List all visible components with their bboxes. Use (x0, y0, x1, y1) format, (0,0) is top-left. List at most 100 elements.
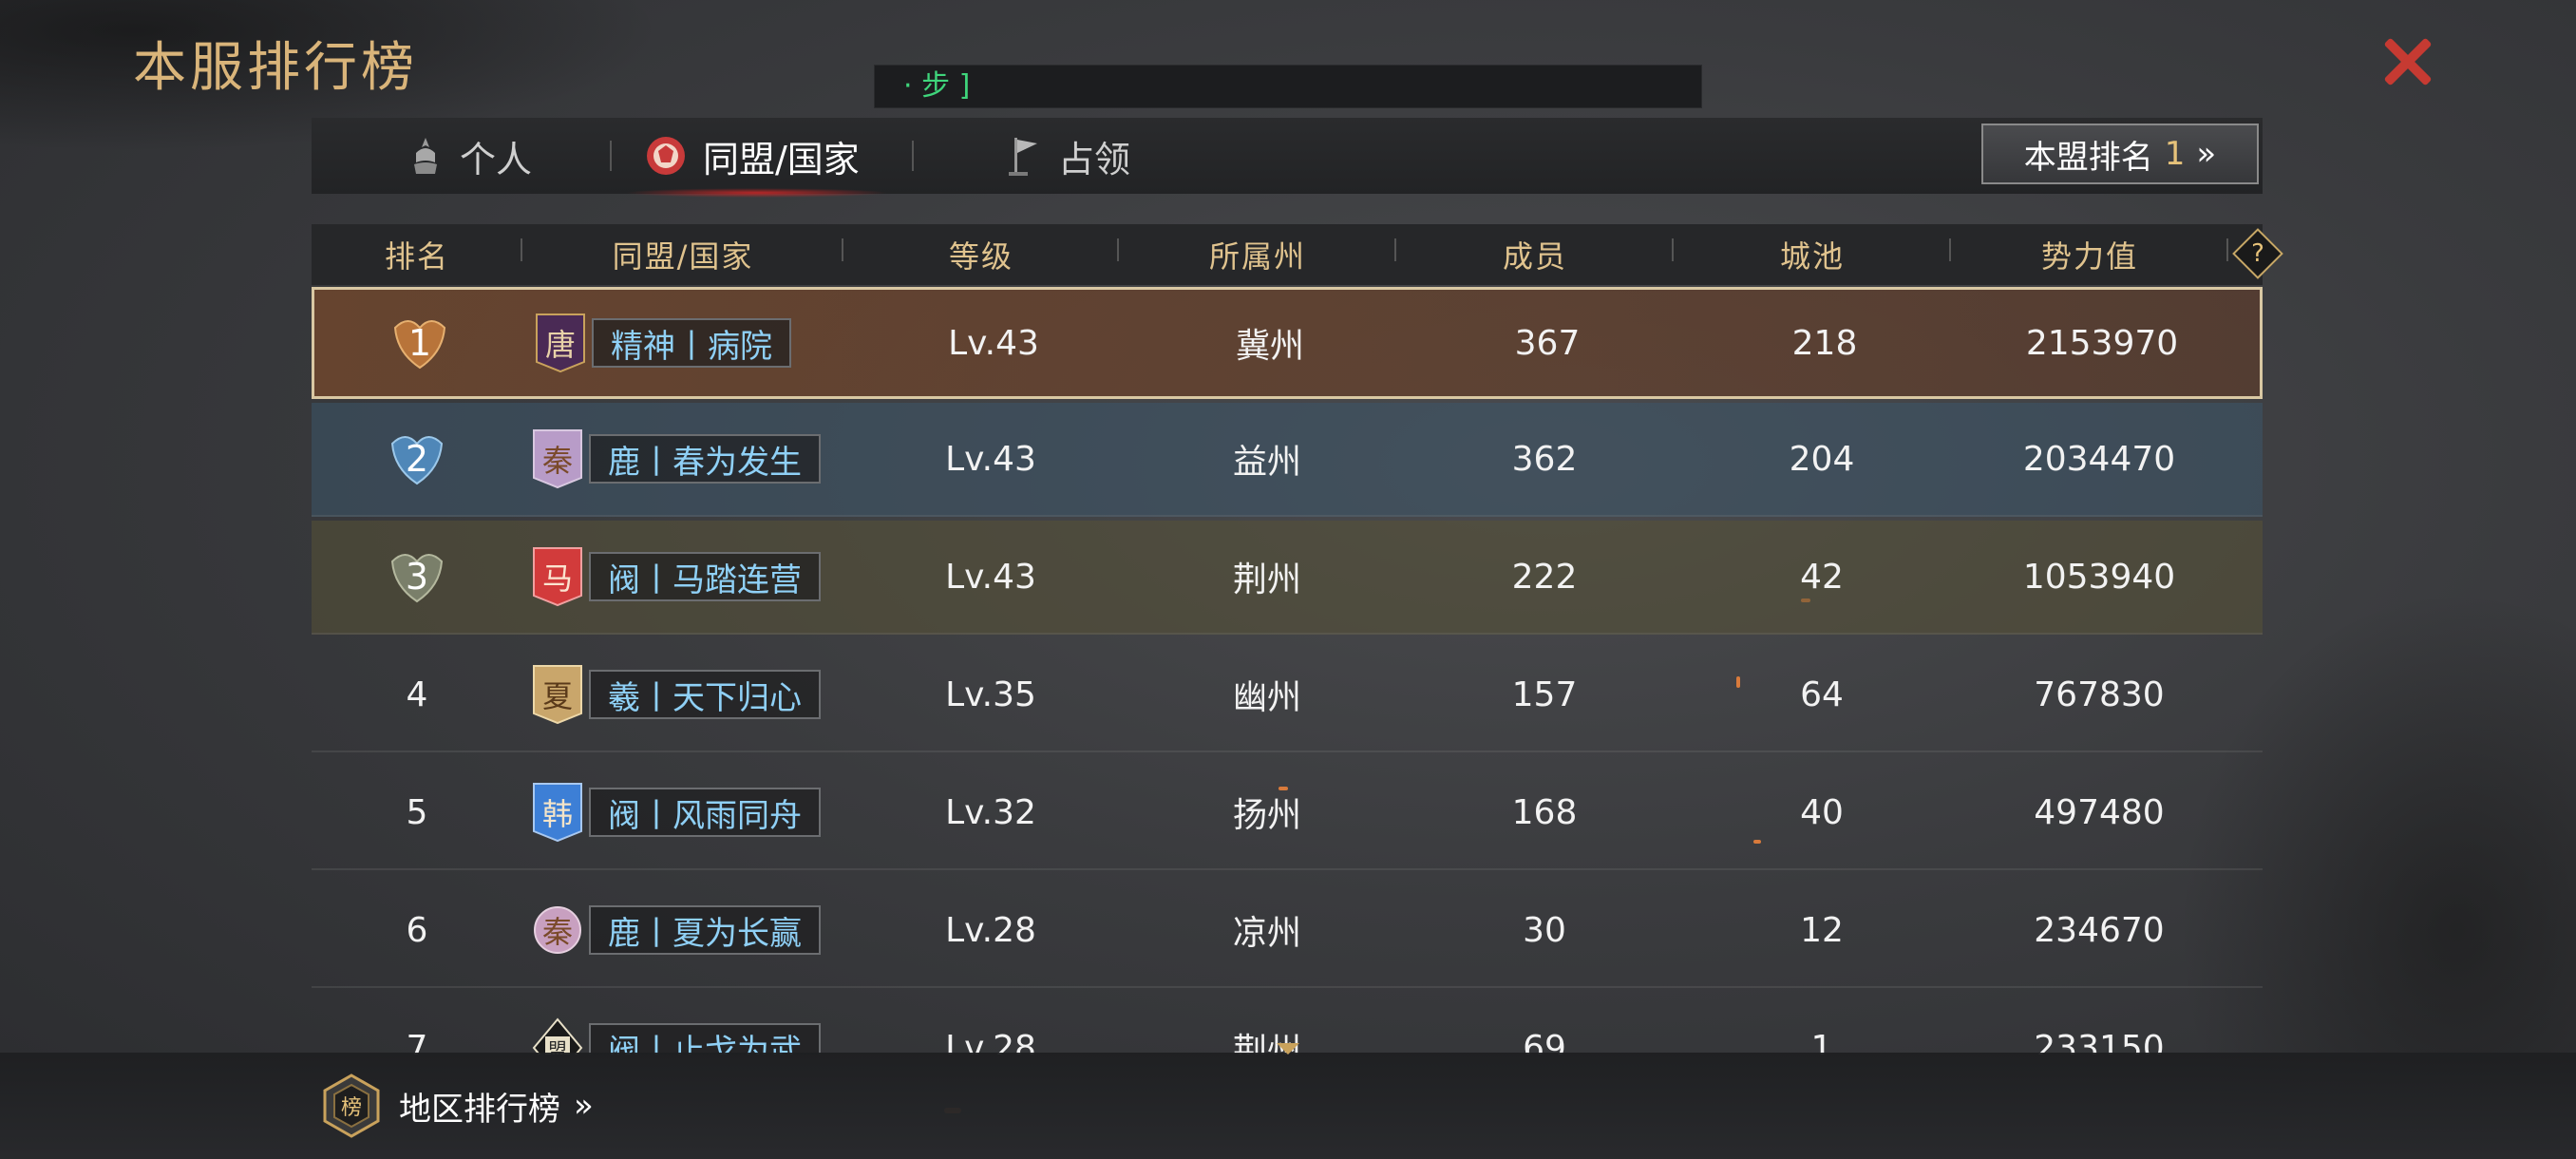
alliance-crest-icon (647, 137, 685, 175)
power: 1053940 (2022, 557, 2176, 597)
svg-text:榜: 榜 (341, 1096, 362, 1120)
table-body[interactable]: 1 唐 精神丨病院 Lv.43 冀州 367 218 2153970 2 秦 鹿… (312, 287, 2263, 1054)
table-row[interactable]: 3 马 阀丨马踏连营 Lv.43 荆州 222 42 1053940 (312, 521, 2263, 635)
power: 233150 (2034, 1028, 2165, 1055)
table-row[interactable]: 4 夏 羲丨天下归心 Lv.35 幽州 157 64 767830 (312, 638, 2263, 752)
members: 222 (1511, 557, 1578, 597)
tab-label: 同盟/国家 (703, 138, 860, 180)
rank-bronze-badge-icon: 3 (387, 548, 447, 605)
alliance-name[interactable]: 羲丨天下归心 (589, 670, 821, 719)
rank-silver-badge-icon: 2 (387, 430, 447, 487)
alliance-flag-icon: 韩 (532, 782, 583, 843)
chat-ticker[interactable]: · 步 ] (874, 65, 1702, 108)
alliance-name[interactable]: 阀丨止戈为武 (589, 1023, 821, 1054)
table-row[interactable]: 5 韩 阀丨风雨同舟 Lv.32 扬州 168 40 497480 (312, 756, 2263, 870)
person-helmet-icon (414, 138, 437, 174)
rank-number: 2 (405, 438, 429, 480)
cities: 64 (1800, 674, 1844, 714)
alliance-name[interactable]: 阀丨马踏连营 (589, 552, 821, 601)
region-ranking-link[interactable]: 榜 地区排行榜 » (317, 1072, 594, 1140)
state: 荆州 (1232, 1032, 1301, 1054)
level: Lv.28 (945, 910, 1036, 950)
alliance-rank-button[interactable]: 本盟排名 1 » (1981, 124, 2259, 184)
alliance-flag-icon: 唐 (535, 313, 586, 373)
tab-occupy[interactable]: 占领 (1005, 118, 1130, 194)
tab-bar: 个人 同盟/国家 占领 (312, 118, 2263, 198)
state: 荆州 (1232, 560, 1301, 599)
cities: 42 (1800, 557, 1844, 597)
table-row[interactable]: 2 秦 鹿丨春为发生 Lv.43 益州 362 204 2034470 (312, 403, 2263, 517)
rank-gold-badge-icon: 1 (389, 314, 450, 371)
level: Lv.35 (945, 674, 1036, 714)
state: 冀州 (1235, 327, 1304, 366)
tab-personal[interactable]: 个人 (407, 118, 532, 194)
tab-label: 占领 (1058, 138, 1131, 180)
alliance-flag-icon: 盟 (532, 1017, 583, 1054)
double-chevron-right-icon: » (2196, 135, 2217, 173)
members: 367 (1514, 323, 1581, 363)
tab-alliance[interactable]: 同盟/国家 (625, 118, 888, 198)
header-level: 等级 (843, 233, 1119, 276)
cities: 204 (1789, 439, 1855, 479)
state: 扬州 (1232, 796, 1301, 835)
scroll-down-icon (1277, 1043, 1299, 1054)
close-icon[interactable] (2375, 28, 2441, 95)
table-row[interactable]: 6 秦 鹿丨夏为长赢 Lv.28 凉州 30 12 234670 (312, 874, 2263, 988)
power: 2153970 (2025, 323, 2179, 363)
alliance-name[interactable]: 精神丨病院 (592, 318, 791, 368)
tab-divider (610, 141, 612, 171)
power: 767830 (2034, 674, 2165, 714)
rank-number: 5 (406, 792, 428, 832)
state: 益州 (1232, 443, 1301, 482)
state: 凉州 (1232, 914, 1301, 953)
header-members: 成员 (1396, 233, 1674, 276)
alliance-name[interactable]: 鹿丨夏为长赢 (589, 905, 821, 955)
tab-label: 个人 (460, 138, 533, 180)
header-power: 势力值 (1951, 233, 2228, 276)
alliance-flag-icon: 秦 (532, 428, 583, 489)
cities: 40 (1800, 792, 1844, 832)
alliance-flag-icon: 秦 (532, 900, 583, 960)
active-tab-glow (625, 188, 888, 198)
tab-divider (912, 141, 914, 171)
level: Lv.28 (945, 1028, 1036, 1055)
members: 157 (1511, 674, 1578, 714)
power: 2034470 (2022, 439, 2176, 479)
rank-number: 1 (407, 322, 432, 364)
cities: 218 (1791, 323, 1858, 363)
level: Lv.43 (948, 323, 1039, 363)
rank-number: 6 (406, 910, 428, 950)
alliance-name[interactable]: 鹿丨春为发生 (589, 434, 821, 484)
page-title: 本服排行榜 (133, 37, 418, 99)
rank-number: 7 (406, 1028, 428, 1055)
alliance-flag-icon: 马 (532, 546, 583, 607)
alliance-name[interactable]: 阀丨风雨同舟 (589, 788, 821, 837)
ranking-table: 排名 同盟/国家 等级 所属州 成员 城池 势力值 ? 1 唐 精神丨病院 Lv… (312, 224, 2283, 1054)
cities: 1 (1810, 1028, 1833, 1055)
header-rank: 排名 (312, 233, 522, 276)
alliance-rank-value: 1 (2164, 135, 2186, 173)
members: 69 (1523, 1028, 1566, 1055)
table-row[interactable]: 1 唐 精神丨病院 Lv.43 冀州 367 218 2153970 (312, 287, 2263, 399)
rank-number: 4 (406, 674, 428, 714)
power: 497480 (2034, 792, 2165, 832)
region-ranking-label: 地区排行榜 (399, 1090, 560, 1129)
help-icon[interactable]: ? (2232, 228, 2283, 279)
double-chevron-right-icon: » (574, 1087, 594, 1125)
chat-text: · 步 ] (903, 69, 971, 103)
header-state: 所属州 (1119, 233, 1396, 276)
alliance-flag-icon: 夏 (532, 664, 583, 725)
alliance-rank-label: 本盟排名 (2023, 138, 2153, 177)
level: Lv.32 (945, 792, 1036, 832)
cities: 12 (1800, 910, 1844, 950)
rank-number: 3 (405, 556, 429, 598)
power: 234670 (2034, 910, 2165, 950)
state: 幽州 (1232, 678, 1301, 717)
header-alliance: 同盟/国家 (522, 233, 843, 276)
level: Lv.43 (945, 439, 1036, 479)
header-cities: 城池 (1674, 233, 1951, 276)
flag-icon (1009, 138, 1037, 176)
level: Lv.43 (945, 557, 1036, 597)
ranking-badge-icon: 榜 (323, 1074, 380, 1138)
members: 362 (1511, 439, 1578, 479)
